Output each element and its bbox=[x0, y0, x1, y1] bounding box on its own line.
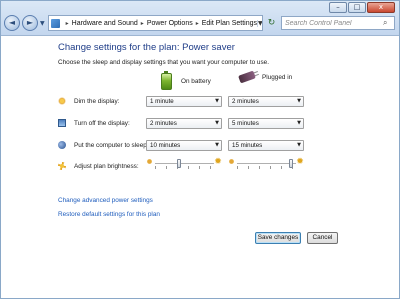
chevron-down-icon: ▼ bbox=[297, 120, 301, 126]
dim-display-battery-value: 1 minute bbox=[150, 98, 174, 105]
chevron-down-icon: ▼ bbox=[215, 142, 219, 148]
minimize-button[interactable]: – bbox=[329, 2, 347, 13]
dim-display-plugged-select[interactable]: 2 minutes ▼ bbox=[228, 96, 304, 107]
sleep-moon-icon bbox=[58, 141, 66, 149]
main-content: Change settings for the plan: Power save… bbox=[1, 36, 399, 298]
dim-display-plugged-value: 2 minutes bbox=[232, 98, 259, 105]
display-off-battery-value: 2 minutes bbox=[150, 120, 177, 127]
dim-display-battery-select[interactable]: 1 minute ▼ bbox=[146, 96, 222, 107]
chevron-down-icon: ▼ bbox=[297, 98, 301, 104]
breadcrumb-separator[interactable]: ▸ bbox=[141, 20, 144, 27]
dim-sun-icon bbox=[228, 158, 235, 165]
brightness-plugged-slider[interactable]: ✹ bbox=[228, 157, 305, 169]
chevron-down-icon: ▼ bbox=[215, 120, 219, 126]
address-bar[interactable]: ▸ Hardware and Sound ▸ Power Options ▸ E… bbox=[47, 15, 263, 31]
save-changes-button[interactable]: Save changes bbox=[255, 232, 301, 244]
address-dropdown-icon[interactable]: ▼ bbox=[257, 19, 262, 27]
display-off-plugged-value: 5 minutes bbox=[232, 120, 259, 127]
monitor-icon bbox=[58, 119, 66, 127]
refresh-icon[interactable]: ↻ bbox=[265, 16, 278, 30]
close-button[interactable]: x bbox=[367, 2, 395, 13]
battery-icon bbox=[161, 71, 172, 90]
breadcrumb-hardware-and-sound[interactable]: Hardware and Sound bbox=[72, 20, 138, 27]
column-header-plugged: Plugged in bbox=[238, 70, 293, 84]
column-label-plugged: Plugged in bbox=[262, 73, 293, 81]
control-panel-icon bbox=[50, 18, 60, 28]
breadcrumb-edit-plan-settings[interactable]: Edit Plan Settings bbox=[202, 20, 257, 27]
column-header-battery: On battery bbox=[161, 71, 211, 90]
search-box[interactable]: ⌕ bbox=[281, 16, 395, 30]
window-controls: – □ x bbox=[329, 2, 395, 13]
chevron-down-icon: ▼ bbox=[297, 142, 301, 148]
setting-row-dim: Dim the display: bbox=[58, 95, 119, 107]
control-panel-window: – □ x ◄ ► ▼ ▸ Hardware and Sound ▸ Power… bbox=[0, 0, 400, 299]
slider-thumb[interactable] bbox=[289, 159, 294, 168]
sleep-battery-value: 10 minutes bbox=[150, 142, 181, 149]
maximize-button[interactable]: □ bbox=[348, 2, 366, 13]
setting-row-brightness: Adjust plan brightness: bbox=[58, 160, 139, 172]
breadcrumb-separator: ▸ bbox=[65, 19, 69, 27]
navigation-bar: ◄ ► ▼ ▸ Hardware and Sound ▸ Power Optio… bbox=[4, 15, 395, 31]
forward-button[interactable]: ► bbox=[22, 15, 38, 31]
page-subtitle: Choose the sleep and display settings th… bbox=[58, 59, 270, 66]
restore-defaults-link[interactable]: Restore default settings for this plan bbox=[58, 211, 160, 218]
setting-label-sleep: Put the computer to sleep: bbox=[74, 141, 149, 149]
display-off-battery-select[interactable]: 2 minutes ▼ bbox=[146, 118, 222, 129]
power-plug-icon bbox=[238, 70, 256, 84]
breadcrumb-power-options[interactable]: Power Options bbox=[147, 20, 193, 27]
advanced-settings-link[interactable]: Change advanced power settings bbox=[58, 197, 153, 204]
page-title: Change settings for the plan: Power save… bbox=[58, 42, 235, 53]
breadcrumb-separator[interactable]: ▸ bbox=[196, 20, 199, 27]
bright-sun-icon: ✹ bbox=[296, 157, 304, 167]
column-label-battery: On battery bbox=[181, 78, 211, 85]
chevron-down-icon: ▼ bbox=[215, 98, 219, 104]
sleep-plugged-value: 15 minutes bbox=[232, 142, 263, 149]
setting-row-sleep: Put the computer to sleep: bbox=[58, 139, 149, 151]
back-button[interactable]: ◄ bbox=[4, 15, 20, 31]
recent-pages-dropdown[interactable]: ▼ bbox=[40, 20, 45, 27]
bright-sun-icon: ✹ bbox=[214, 157, 222, 167]
slider-thumb[interactable] bbox=[177, 159, 181, 168]
display-off-plugged-select[interactable]: 5 minutes ▼ bbox=[228, 118, 304, 129]
sleep-plugged-select[interactable]: 15 minutes ▼ bbox=[228, 140, 304, 151]
cancel-button[interactable]: Cancel bbox=[307, 232, 338, 244]
search-input[interactable] bbox=[282, 19, 383, 27]
sun-dim-icon bbox=[58, 97, 66, 105]
setting-label-display-off: Turn off the display: bbox=[74, 119, 130, 127]
title-bar: – □ x ◄ ► ▼ ▸ Hardware and Sound ▸ Power… bbox=[1, 1, 399, 36]
brightness-icon bbox=[58, 162, 66, 170]
setting-label-dim: Dim the display: bbox=[74, 97, 120, 105]
search-icon[interactable]: ⌕ bbox=[383, 18, 387, 28]
setting-row-display-off: Turn off the display: bbox=[58, 117, 130, 129]
sleep-battery-select[interactable]: 10 minutes ▼ bbox=[146, 140, 222, 151]
dim-sun-icon bbox=[146, 158, 153, 165]
setting-label-brightness: Adjust plan brightness: bbox=[74, 162, 139, 170]
brightness-battery-slider[interactable]: ✹ bbox=[146, 157, 223, 169]
